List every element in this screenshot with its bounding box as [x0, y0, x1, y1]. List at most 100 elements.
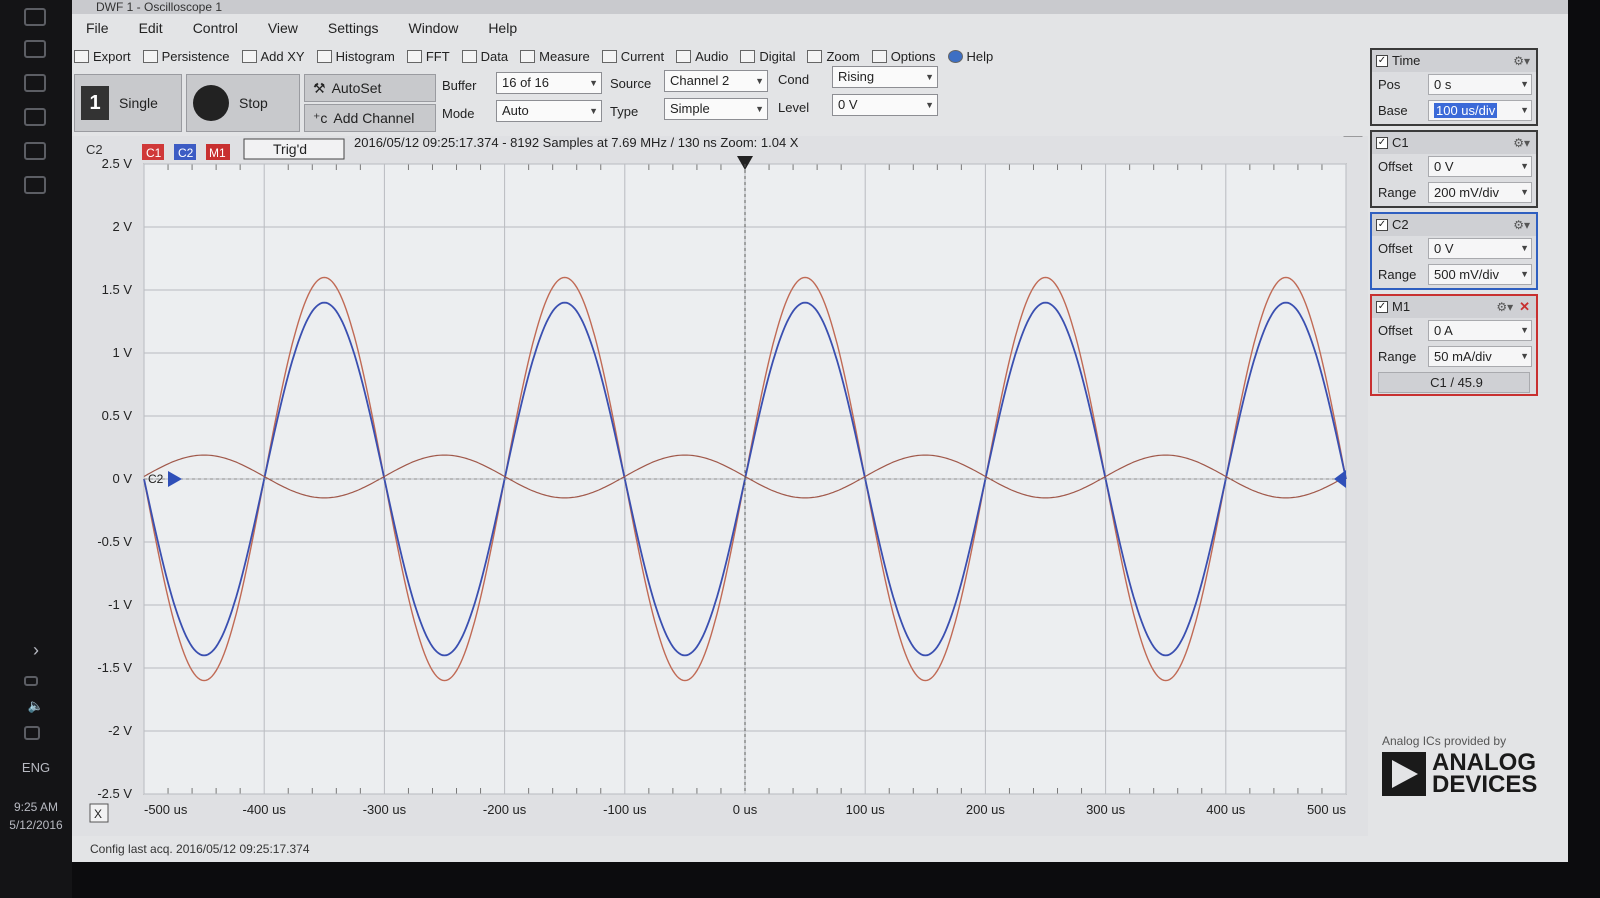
analog-devices-brand: Analog ICs provided by ANALOG DEVICES	[1382, 734, 1562, 814]
mode-select[interactable]: Auto ▼	[496, 100, 602, 122]
chevron-down-icon: ▼	[1520, 187, 1529, 197]
menu-view[interactable]: View	[268, 20, 298, 36]
options-button[interactable]: Options	[871, 49, 936, 64]
time-base-input[interactable]: 100 us/div ▼	[1428, 100, 1532, 121]
time-pos-input[interactable]: 0 s ▼	[1428, 74, 1532, 95]
settings-icon[interactable]: ⚙▾	[1513, 50, 1530, 72]
m1-offset-input[interactable]: 0 A ▼	[1428, 320, 1532, 341]
close-icon[interactable]: ✕	[1519, 296, 1530, 318]
task-view-icon[interactable]	[24, 40, 46, 58]
c1-checkbox[interactable]: ✓	[1376, 137, 1388, 149]
c1-group: ✓ C1 ⚙▾ Offset 0 V ▼ Range 200 mV/div ▼	[1370, 130, 1538, 208]
y-tick-label: -1 V	[108, 597, 132, 612]
histogram-button[interactable]: Histogram	[316, 49, 395, 64]
buffer-select[interactable]: 16 of 16 ▼	[496, 72, 602, 94]
menu-edit[interactable]: Edit	[139, 20, 163, 36]
c2-offset-input[interactable]: 0 V ▼	[1428, 238, 1532, 259]
c1-group-header[interactable]: ✓ C1 ⚙▾	[1372, 132, 1536, 154]
zoom-button[interactable]: Zoom	[807, 49, 860, 64]
c2-checkbox[interactable]: ✓	[1376, 219, 1388, 231]
m1-group-header[interactable]: ✓ M1 ⚙▾ ✕	[1372, 296, 1536, 318]
persistence-icon	[142, 49, 158, 63]
level-input[interactable]: 0 V ▼	[832, 94, 938, 116]
c1-range-row: Range 200 mV/div ▼	[1372, 180, 1536, 206]
menu-help[interactable]: Help	[488, 20, 517, 36]
menu-settings[interactable]: Settings	[328, 20, 379, 36]
audio-button[interactable]: Audio	[676, 49, 728, 64]
m1-offset-row: Offset 0 A ▼	[1372, 318, 1536, 344]
x-tick-label: 500 us	[1307, 802, 1347, 817]
m1-range-input[interactable]: 50 mA/div ▼	[1428, 346, 1532, 367]
x-tick-label: 300 us	[1086, 802, 1126, 817]
m1-range-row: Range 50 mA/div ▼	[1372, 344, 1536, 370]
chevron-down-icon: ▼	[589, 106, 598, 116]
single-step-icon: 1	[81, 86, 109, 120]
table-icon	[461, 49, 477, 63]
battery-icon[interactable]	[24, 676, 38, 686]
app-icon[interactable]	[24, 108, 46, 126]
autoset-button[interactable]: ⚒ AutoSet	[304, 74, 436, 102]
language-indicator[interactable]: ENG	[0, 760, 72, 775]
digital-icon	[740, 49, 756, 63]
windows-start-icon[interactable]	[24, 8, 46, 26]
chevron-right-icon[interactable]: ›	[0, 640, 72, 661]
data-button[interactable]: Data	[461, 49, 508, 64]
file-explorer-icon[interactable]	[24, 74, 46, 92]
x-button-label: X	[94, 807, 102, 821]
menu-file[interactable]: File	[86, 20, 109, 36]
title-bar: DWF 1 - Oscilloscope 1	[72, 0, 1568, 14]
single-button[interactable]: 1 Single	[74, 74, 182, 132]
y-tick-label: 2.5 V	[102, 156, 133, 171]
source-select[interactable]: Channel 2 ▼	[664, 70, 768, 92]
window-title: DWF 1 - Oscilloscope 1	[96, 0, 223, 14]
m1-formula-row: C1 / 45.9	[1372, 370, 1536, 394]
menu-window[interactable]: Window	[409, 20, 459, 36]
m1-checkbox[interactable]: ✓	[1376, 301, 1388, 313]
x-tick-label: -500 us	[144, 802, 188, 817]
time-group-header[interactable]: ✓ Time ⚙▾	[1372, 50, 1536, 72]
m1-formula[interactable]: C1 / 45.9	[1378, 372, 1530, 393]
export-button[interactable]: Export	[74, 49, 131, 64]
persistence-button[interactable]: Persistence	[142, 49, 230, 64]
brand-line2: DEVICES	[1432, 771, 1538, 798]
c1-range-input[interactable]: 200 mV/div ▼	[1428, 182, 1532, 203]
stop-button[interactable]: Stop	[186, 74, 300, 132]
c1-offset-input[interactable]: 0 V ▼	[1428, 156, 1532, 177]
x-tick-label: -100 us	[603, 802, 647, 817]
help-button[interactable]: Help	[947, 49, 993, 64]
excel-icon-2[interactable]	[24, 176, 46, 194]
add-channel-button[interactable]: ⁺c Add Channel	[304, 104, 436, 132]
x-tick-label: -200 us	[483, 802, 527, 817]
digital-button[interactable]: Digital	[740, 49, 795, 64]
settings-icon[interactable]: ⚙▾	[1496, 296, 1513, 318]
measure-button[interactable]: Measure	[520, 49, 590, 64]
c2-range-input[interactable]: 500 mV/div ▼	[1428, 264, 1532, 285]
menu-bar: File Edit Control View Settings Window H…	[72, 14, 1568, 42]
mode-label: Mode	[442, 106, 475, 121]
current-button[interactable]: Current	[601, 49, 664, 64]
y-tick-label: 2 V	[112, 219, 132, 234]
c2-group-header[interactable]: ✓ C2 ⚙▾	[1372, 214, 1536, 236]
add-xy-button[interactable]: Add XY	[241, 49, 305, 64]
settings-icon[interactable]: ⚙▾	[1513, 214, 1530, 236]
type-select[interactable]: Simple ▼	[664, 98, 768, 120]
notification-icon[interactable]	[24, 726, 40, 740]
menu-control[interactable]: Control	[193, 20, 238, 36]
magnifier-icon	[807, 49, 823, 63]
time-checkbox[interactable]: ✓	[1376, 55, 1388, 67]
clock-time[interactable]: 9:25 AM	[0, 800, 72, 814]
chevron-down-icon: ▼	[755, 104, 764, 114]
x-tick-label: 400 us	[1206, 802, 1246, 817]
status-text: Config last acq. 2016/05/12 09:25:17.374	[90, 842, 310, 856]
x-tick-label: 200 us	[966, 802, 1006, 817]
y-tick-label: -2 V	[108, 723, 132, 738]
oscilloscope-chart[interactable]: C2 C1 C2 M1 Trig'd 2016/05/12 09:25:17.3…	[72, 136, 1368, 836]
settings-icon[interactable]: ⚙▾	[1513, 132, 1530, 154]
cond-select[interactable]: Rising ▼	[832, 66, 938, 88]
excel-icon[interactable]	[24, 142, 46, 160]
c2-marker-label: C2	[148, 472, 164, 486]
fft-button[interactable]: FFT	[406, 49, 450, 64]
x-tick-label: 0 us	[733, 802, 758, 817]
clock-date[interactable]: 5/12/2016	[0, 818, 72, 832]
volume-icon[interactable]: 🔈	[0, 698, 72, 714]
